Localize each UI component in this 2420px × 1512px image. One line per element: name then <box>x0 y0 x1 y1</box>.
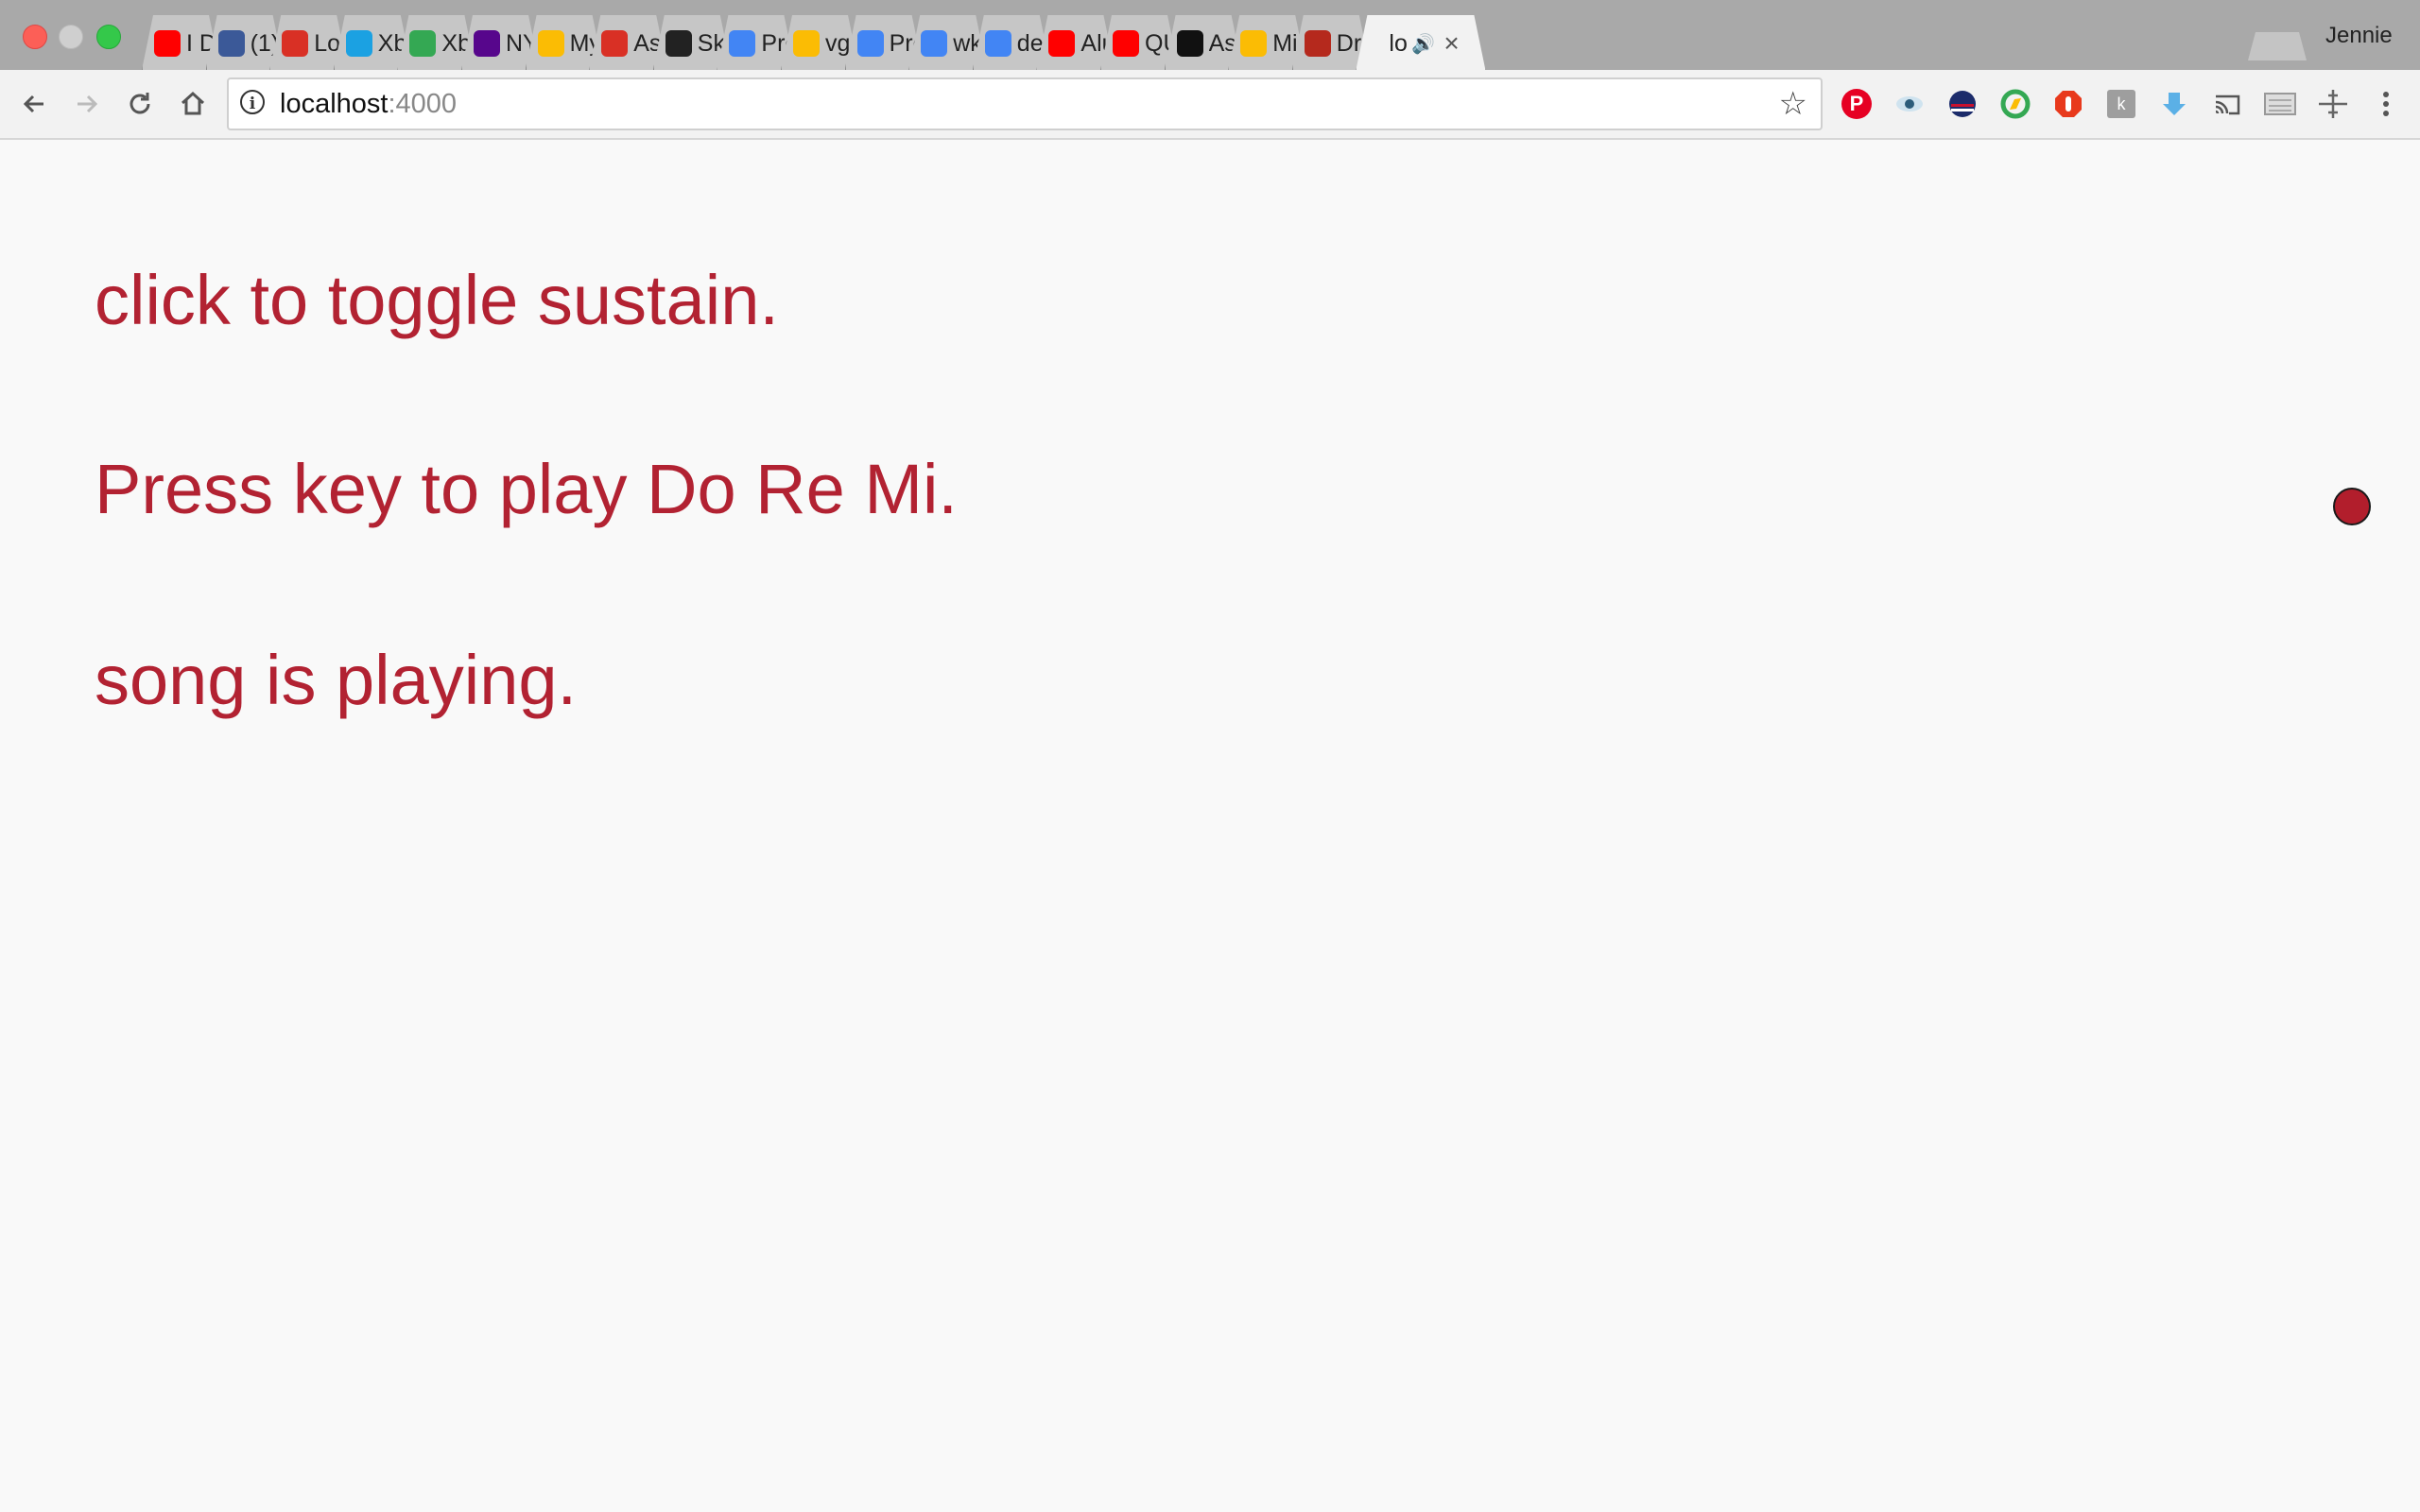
laurel-icon <box>666 30 692 57</box>
pinterest-extension-icon[interactable]: P <box>1838 85 1876 123</box>
gmail-icon <box>601 30 628 57</box>
tab-close-icon[interactable]: × <box>1443 28 1459 59</box>
youtube-icon <box>1113 30 1139 57</box>
new-tab-button[interactable] <box>2248 32 2307 60</box>
google-docs-icon <box>729 30 755 57</box>
move-extension-icon[interactable] <box>2314 85 2352 123</box>
back-button[interactable] <box>13 83 55 125</box>
keyboard-extension-icon[interactable] <box>2261 85 2299 123</box>
playing-indicator-dot <box>2333 488 2371 525</box>
arrow-right-icon <box>78 94 98 113</box>
reload-button[interactable] <box>119 83 161 125</box>
facebook-icon <box>218 30 245 57</box>
menu-kebab-icon[interactable] <box>2367 85 2405 123</box>
cast-icon[interactable] <box>2208 85 2246 123</box>
play-instruction: Press key to play Do Re Mi. <box>95 450 958 528</box>
google-docs-icon <box>921 30 947 57</box>
adblock-extension-icon[interactable] <box>2049 85 2087 123</box>
bookmark-star-icon[interactable]: ☆ <box>1779 85 1807 123</box>
red-ball-icon <box>1305 30 1331 57</box>
youtube-icon <box>1048 30 1075 57</box>
google-docs-icon <box>857 30 884 57</box>
download-extension-icon[interactable] <box>2155 85 2193 123</box>
window-minimize-button[interactable] <box>59 25 83 49</box>
url-host: localhost <box>280 89 389 119</box>
profile-name[interactable]: Jennie <box>2325 23 2393 49</box>
nyu-icon <box>474 30 500 57</box>
google-icon <box>985 30 1011 57</box>
speaker-icon[interactable]: 🔊 <box>1411 32 1435 56</box>
window-close-button[interactable] <box>23 25 47 49</box>
github-icon <box>1177 30 1203 57</box>
google-drive-icon <box>538 30 564 57</box>
forward-button[interactable] <box>66 83 108 125</box>
browser-toolbar: i localhost:4000 ☆ P k <box>0 70 2420 140</box>
gmail-icon <box>282 30 308 57</box>
arrow-left-icon <box>23 94 43 113</box>
home-button[interactable] <box>172 83 214 125</box>
url-port: :4000 <box>388 89 458 119</box>
window-maximize-button[interactable] <box>96 25 121 49</box>
youtube-icon <box>154 30 181 57</box>
flag-extension-icon[interactable] <box>1944 85 1981 123</box>
google-drive-icon <box>1240 30 1267 57</box>
google-drive-icon <box>793 30 820 57</box>
sustain-instruction[interactable]: click to toggle sustain. <box>95 263 779 338</box>
song-status: song is playing. <box>95 641 578 719</box>
address-bar[interactable]: i localhost:4000 ☆ <box>227 77 1823 130</box>
home-icon <box>181 91 205 115</box>
compass-extension-icon[interactable] <box>1996 85 2034 123</box>
active-tab[interactable]: lo 🔊 × <box>1356 15 1485 70</box>
reload-icon <box>130 93 150 114</box>
xbox-cube-icon <box>346 30 372 57</box>
info-icon[interactable]: i <box>240 90 265 114</box>
eye-extension-icon[interactable] <box>1891 85 1928 123</box>
tab-title: lo <box>1389 30 1408 57</box>
kami-extension-icon[interactable]: k <box>2102 85 2140 123</box>
adwords-icon <box>409 30 436 57</box>
url-text[interactable]: localhost:4000 <box>280 89 457 119</box>
tab-strip: I D(1)LovXbXbNYMyAsSkePrevgProwkdevAluQU… <box>0 0 2420 70</box>
